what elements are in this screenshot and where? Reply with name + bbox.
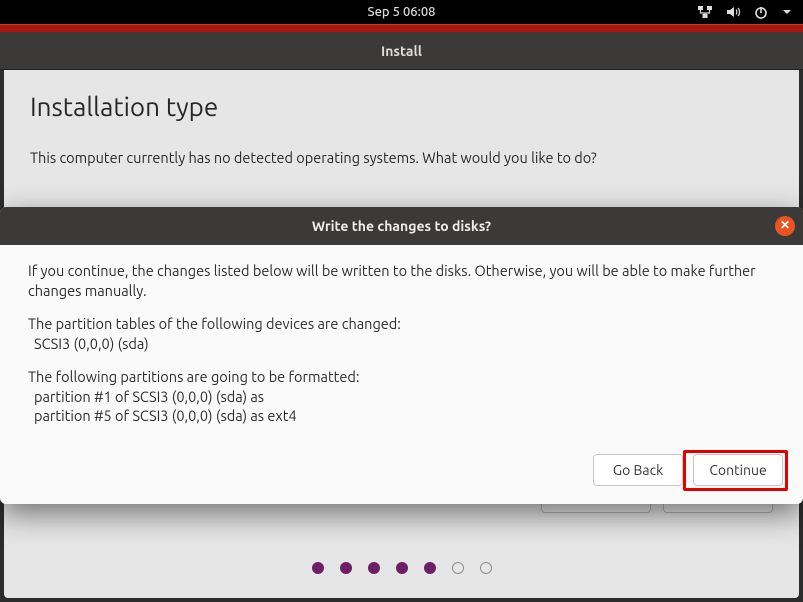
dialog-close-button[interactable]: ✕ <box>775 216 795 236</box>
systray <box>697 4 803 20</box>
window-title: Install <box>381 43 422 59</box>
dialog-p2-line: SCSI3 (0,0,0) (sda) <box>28 335 149 352</box>
chevron-down-icon[interactable] <box>781 6 793 18</box>
close-icon: ✕ <box>780 220 790 232</box>
dialog-body: If you continue, the changes listed belo… <box>0 245 803 426</box>
dialog-p2-label: The partition tables of the following de… <box>28 315 401 332</box>
continue-button-label: Continue <box>709 462 766 478</box>
clock: Sep 5 06:08 <box>368 5 436 19</box>
dialog-titlebar: Write the changes to disks? ✕ <box>0 207 803 245</box>
window-titlebar: Install <box>0 32 803 70</box>
dialog-partition-tables: The partition tables of the following de… <box>28 314 775 353</box>
dialog-intro: If you continue, the changes listed belo… <box>28 261 775 300</box>
dialog-p3-line: partition #5 of SCSI3 (0,0,0) (sda) as e… <box>28 407 297 424</box>
power-icon[interactable] <box>753 4 769 20</box>
accent-band <box>0 24 803 32</box>
volume-icon[interactable] <box>725 4 741 20</box>
go-back-button[interactable]: Go Back <box>593 454 683 486</box>
dialog-title: Write the changes to disks? <box>312 218 491 234</box>
system-topbar: Sep 5 06:08 <box>0 0 803 24</box>
network-icon[interactable] <box>697 4 713 20</box>
continue-button[interactable]: Continue <box>693 454 783 486</box>
dialog-footer: Go Back Continue <box>0 440 803 504</box>
dialog-p3-label: The following partitions are going to be… <box>28 368 359 385</box>
go-back-button-label: Go Back <box>613 462 663 478</box>
dialog-partitions-format: The following partitions are going to be… <box>28 367 775 426</box>
dialog-p3-line: partition #1 of SCSI3 (0,0,0) (sda) as <box>28 388 264 405</box>
confirm-dialog: Write the changes to disks? ✕ If you con… <box>0 207 803 504</box>
